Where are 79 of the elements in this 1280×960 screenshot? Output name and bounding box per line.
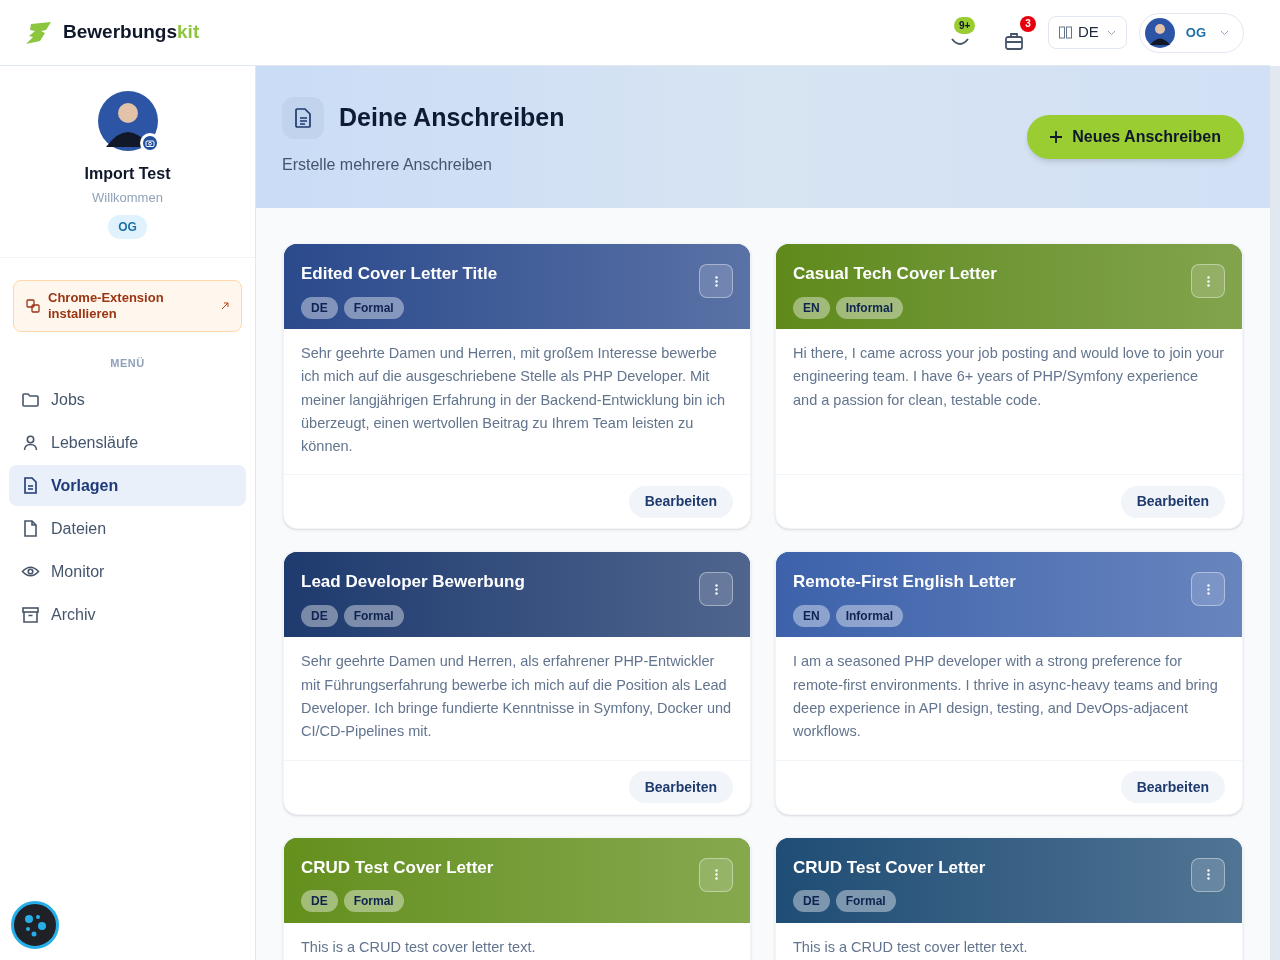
widget-button[interactable] xyxy=(11,901,59,949)
avatar xyxy=(97,91,158,151)
menu-item[interactable]: Lebensläufe xyxy=(9,422,246,463)
more-icon xyxy=(1206,275,1210,287)
edit-button[interactable]: Bearbeiten xyxy=(1120,486,1225,518)
page-title: Deine Anschreiben xyxy=(339,102,565,134)
more-button[interactable] xyxy=(699,857,733,892)
letter-excerpt: Sehr geehrte Damen und Herren, als erfahrener PHP-Entwickler mit Führungserfahrung bewerbe ich mich auf die Position als Lead Developer. Ich bringe fundierte Kenntnisse in Symfony, Docker und CI/CD-Pipelines mit. xyxy=(300,652,733,742)
menu-item[interactable]: Vorlagen xyxy=(9,465,246,506)
logo-icon xyxy=(26,21,52,44)
letter-excerpt: Sehr geehrte Damen und Herren, mit großem Interesse bewerbe ich mich auf die ausgeschriebene Stelle als PHP Developer. Mit meiner langjährigen Erfahrung in der Backend-Entwicklung bin ich überzeugt, einen wertvollen Beitrag zu Ihrem Team leisten zu können. xyxy=(300,344,726,457)
menu-item[interactable]: Monitor xyxy=(9,551,246,592)
tag: DE xyxy=(301,605,338,627)
puzzle-icon xyxy=(26,298,40,313)
plus-icon xyxy=(1050,131,1063,143)
card-title: CRUD Test Cover Letter xyxy=(301,856,494,879)
chevron-icon xyxy=(1220,29,1229,36)
external-link-icon xyxy=(221,301,229,310)
more-icon xyxy=(714,275,718,287)
more-button[interactable] xyxy=(1191,572,1225,607)
letter-excerpt: This is a CRUD test cover letter text. xyxy=(300,937,537,957)
briefcase-icon xyxy=(1003,32,1024,50)
file-icon xyxy=(21,519,40,538)
card-title: Lead Developer Bewerbung xyxy=(301,571,525,594)
letter-excerpt: I am a seasoned PHP developer with a strong preference for remote-first environments. I thrive in async-heavy teams and bring deep experience in API design, testing, and DevOps-adjacent workflows. xyxy=(792,652,1219,742)
chevron-icon xyxy=(1106,29,1116,36)
user-icon xyxy=(21,433,40,452)
card-title: Edited Cover Letter Title xyxy=(301,263,498,285)
more-button[interactable] xyxy=(699,264,733,298)
tag: DE xyxy=(301,296,338,319)
notifications-button[interactable] xyxy=(1003,32,1024,50)
tag: EN xyxy=(793,605,830,627)
flag-icon xyxy=(1058,26,1072,39)
more-button[interactable] xyxy=(1191,264,1225,298)
more-icon xyxy=(714,869,718,881)
tag: EN xyxy=(793,296,830,319)
tag: Formal xyxy=(343,605,404,627)
document-icon xyxy=(21,476,40,495)
page-subtitle: Erstelle mehrere Anschreiben xyxy=(282,155,493,175)
document-icon xyxy=(294,108,312,128)
more-button[interactable] xyxy=(699,572,733,607)
menu-item[interactable]: Archiv xyxy=(9,594,246,635)
language-select[interactable]: DE xyxy=(1047,16,1127,49)
count-badge: 3 xyxy=(1019,15,1036,32)
letter-excerpt: Hi there, I came across your job posting and would love to join your engineering team. I have 6+ years of PHP/Symfony experience and a passion for clean, testable code. xyxy=(792,344,1226,410)
count-badge: 9+ xyxy=(953,16,976,34)
folder-icon xyxy=(21,390,40,409)
more-icon xyxy=(1206,584,1210,595)
tag: Formal xyxy=(343,296,404,319)
tag: Formal xyxy=(343,890,404,913)
menu-item[interactable]: Dateien xyxy=(9,508,246,549)
more-icon xyxy=(1206,869,1210,881)
tag: Informal xyxy=(835,605,903,627)
edit-button[interactable]: Bearbeiten xyxy=(628,771,733,804)
letter-excerpt: This is a CRUD test cover letter text. xyxy=(792,937,1029,957)
tag: Formal xyxy=(835,890,896,913)
edit-button[interactable]: Bearbeiten xyxy=(1120,771,1225,804)
profile-name: Import Test xyxy=(84,164,171,184)
more-button[interactable] xyxy=(1191,857,1225,892)
profile-subtitle: Willkommen xyxy=(92,189,163,207)
more-icon xyxy=(714,584,718,595)
archive-icon xyxy=(21,605,40,624)
new-letter-button[interactable]: Neues Anschreiben xyxy=(1027,115,1244,159)
camera-icon xyxy=(142,136,157,150)
dots-icon xyxy=(22,912,48,938)
menu-item[interactable]: Jobs xyxy=(9,379,246,420)
tag: DE xyxy=(301,890,338,913)
card-title: Casual Tech Cover Letter xyxy=(793,263,997,285)
tag: Informal xyxy=(835,296,903,319)
smile-icon xyxy=(950,36,969,47)
menu-heading: MENÜ xyxy=(109,355,146,371)
card-title: Remote-First English Letter xyxy=(793,571,1016,594)
initials-pill: OG xyxy=(108,214,147,239)
avatar xyxy=(1144,17,1175,48)
extension-button[interactable]: Chrome-Extension installieren xyxy=(13,279,242,332)
edit-button[interactable]: Bearbeiten xyxy=(628,486,733,518)
tag: DE xyxy=(793,890,830,913)
brand-name: Bewerbungskit xyxy=(63,20,200,45)
card-title: CRUD Test Cover Letter xyxy=(793,856,986,879)
